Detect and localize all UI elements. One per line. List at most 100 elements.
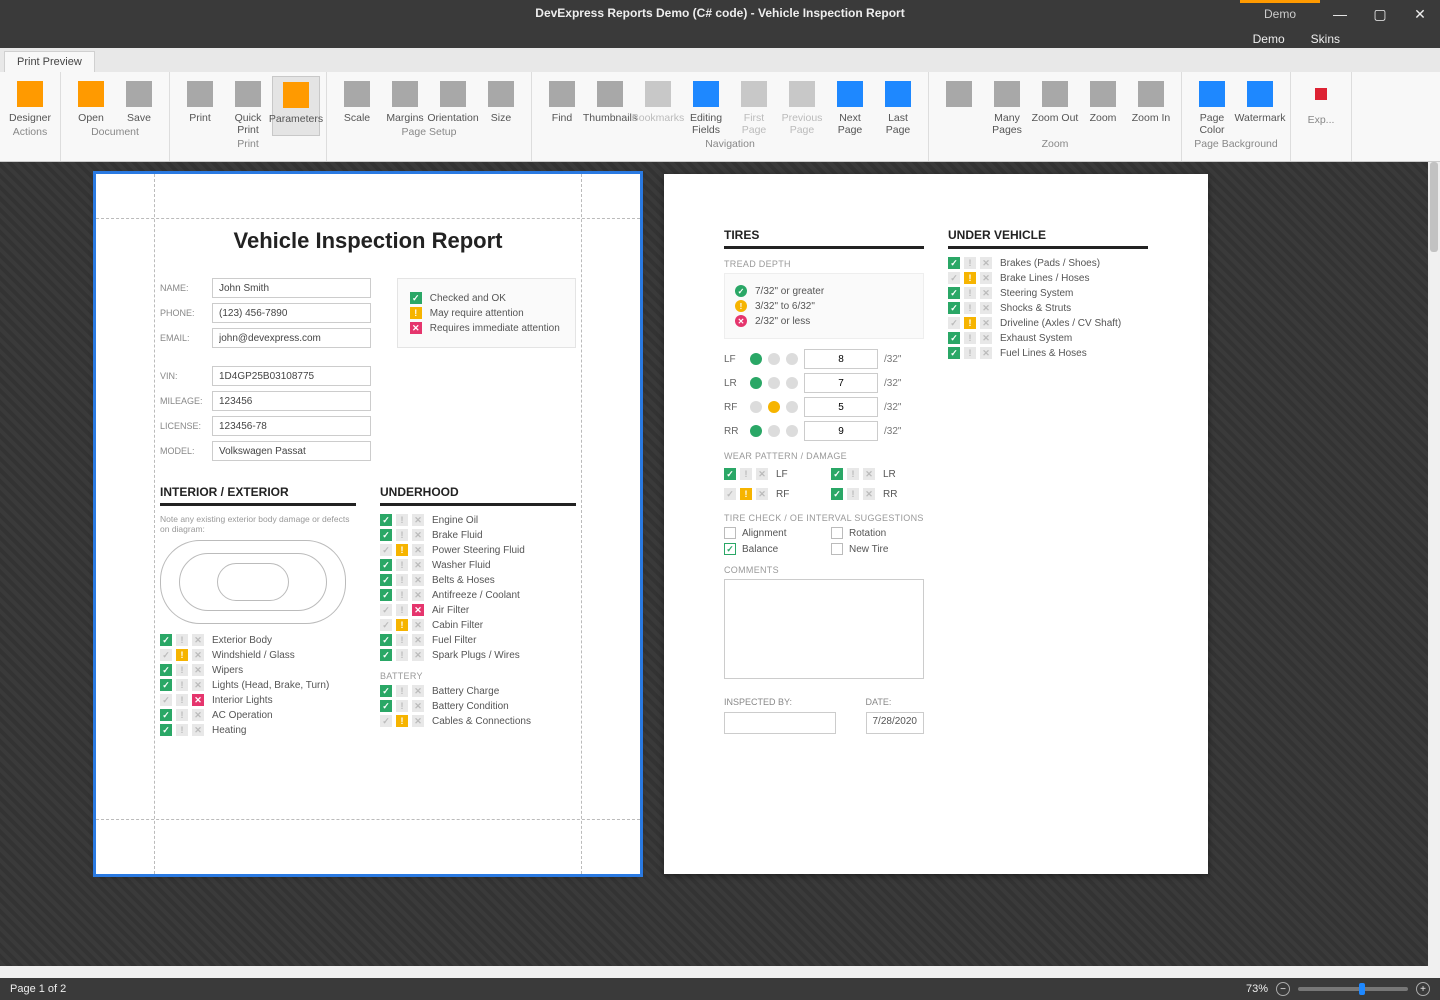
tire-LR-warn-icon[interactable] — [768, 377, 780, 389]
check-ok-icon[interactable]: ✓ — [380, 649, 392, 661]
check-warn-icon[interactable]: ! — [740, 468, 752, 480]
ribbon-save[interactable]: Save — [115, 76, 163, 124]
tire-LF-bad-icon[interactable] — [786, 353, 798, 365]
check-ok-icon[interactable]: ✓ — [948, 272, 960, 284]
ribbon-parameters[interactable]: Parameters — [272, 76, 320, 136]
check-bad-icon[interactable]: ✕ — [980, 272, 992, 284]
report-page-2[interactable]: TIRES TREAD DEPTH ✓7/32" or greater!3/32… — [664, 174, 1208, 874]
sugg-balance[interactable]: ✓ — [724, 543, 736, 555]
check-warn-icon[interactable]: ! — [396, 559, 408, 571]
check-warn-icon[interactable]: ! — [740, 488, 752, 500]
tire-LR-input[interactable] — [804, 373, 878, 393]
check-ok-icon[interactable]: ✓ — [948, 347, 960, 359]
tire-RR-input[interactable] — [804, 421, 878, 441]
check-ok-icon[interactable]: ✓ — [724, 488, 736, 500]
check-warn-icon[interactable]: ! — [396, 700, 408, 712]
check-bad-icon[interactable]: ✕ — [412, 715, 424, 727]
check-bad-icon[interactable]: ✕ — [412, 589, 424, 601]
close-button[interactable]: ✕ — [1400, 0, 1440, 28]
check-bad-icon[interactable]: ✕ — [412, 649, 424, 661]
check-warn-icon[interactable]: ! — [396, 529, 408, 541]
zoom-out-icon[interactable]: − — [1276, 982, 1290, 996]
check-ok-icon[interactable]: ✓ — [948, 302, 960, 314]
check-ok-icon[interactable]: ✓ — [948, 317, 960, 329]
field-mileage[interactable] — [212, 391, 371, 411]
check-warn-icon[interactable]: ! — [396, 649, 408, 661]
ribbon-watermark[interactable]: Watermark — [1236, 76, 1284, 136]
check-ok-icon[interactable]: ✓ — [380, 529, 392, 541]
check-ok-icon[interactable]: ✓ — [380, 715, 392, 727]
check-warn-icon[interactable]: ! — [396, 619, 408, 631]
check-warn-icon[interactable]: ! — [964, 302, 976, 314]
check-warn-icon[interactable]: ! — [964, 257, 976, 269]
check-bad-icon[interactable]: ✕ — [980, 257, 992, 269]
check-ok-icon[interactable]: ✓ — [160, 724, 172, 736]
field-vin[interactable] — [212, 366, 371, 386]
zoom-in-icon[interactable]: + — [1416, 982, 1430, 996]
ribbon-zoom-in[interactable]: Zoom In — [1127, 76, 1175, 136]
subtab-skins[interactable]: Skins — [1311, 32, 1340, 46]
check-bad-icon[interactable]: ✕ — [756, 488, 768, 500]
check-warn-icon[interactable]: ! — [396, 604, 408, 616]
check-bad-icon[interactable]: ✕ — [980, 302, 992, 314]
check-warn-icon[interactable]: ! — [964, 347, 976, 359]
ribbon-size[interactable]: Size — [477, 76, 525, 124]
ribbon-zoom[interactable]: Zoom — [1079, 76, 1127, 136]
check-warn-icon[interactable]: ! — [396, 544, 408, 556]
check-ok-icon[interactable]: ✓ — [380, 700, 392, 712]
check-warn-icon[interactable]: ! — [176, 649, 188, 661]
check-warn-icon[interactable]: ! — [396, 589, 408, 601]
tire-RR-bad-icon[interactable] — [786, 425, 798, 437]
ribbon-thumbnails[interactable]: Thumbnails — [586, 76, 634, 136]
check-ok-icon[interactable]: ✓ — [160, 709, 172, 721]
ribbon-zoom-out[interactable]: Zoom Out — [1031, 76, 1079, 136]
sugg-alignment[interactable] — [724, 527, 736, 539]
check-bad-icon[interactable]: ✕ — [412, 634, 424, 646]
tire-LF-input[interactable] — [804, 349, 878, 369]
check-warn-icon[interactable]: ! — [396, 514, 408, 526]
check-warn-icon[interactable]: ! — [396, 715, 408, 727]
check-bad-icon[interactable]: ✕ — [192, 694, 204, 706]
check-warn-icon[interactable]: ! — [176, 679, 188, 691]
check-warn-icon[interactable]: ! — [396, 685, 408, 697]
check-bad-icon[interactable]: ✕ — [192, 664, 204, 676]
tire-RF-warn-icon[interactable] — [768, 401, 780, 413]
check-ok-icon[interactable]: ✓ — [831, 488, 843, 500]
tire-LR-bad-icon[interactable] — [786, 377, 798, 389]
sugg-new-tire[interactable] — [831, 543, 843, 555]
check-bad-icon[interactable]: ✕ — [412, 559, 424, 571]
check-bad-icon[interactable]: ✕ — [863, 488, 875, 500]
tire-LF-ok-icon[interactable] — [750, 353, 762, 365]
demo-pill[interactable]: Demo — [1240, 0, 1320, 28]
check-warn-icon[interactable]: ! — [847, 488, 859, 500]
check-warn-icon[interactable]: ! — [176, 724, 188, 736]
check-warn-icon[interactable]: ! — [176, 664, 188, 676]
check-ok-icon[interactable]: ✓ — [380, 514, 392, 526]
tire-RR-warn-icon[interactable] — [768, 425, 780, 437]
ribbon-export[interactable] — [1297, 76, 1345, 112]
check-ok-icon[interactable]: ✓ — [380, 574, 392, 586]
maximize-button[interactable]: ▢ — [1360, 0, 1400, 28]
comments-box[interactable] — [724, 579, 924, 679]
ribbon-quick-print[interactable]: Quick Print — [224, 76, 272, 136]
check-ok-icon[interactable]: ✓ — [160, 664, 172, 676]
ribbon-editing-fields[interactable]: Editing Fields — [682, 76, 730, 136]
check-ok-icon[interactable]: ✓ — [724, 468, 736, 480]
check-ok-icon[interactable]: ✓ — [380, 589, 392, 601]
check-warn-icon[interactable]: ! — [964, 272, 976, 284]
sugg-rotation[interactable] — [831, 527, 843, 539]
ribbon-print[interactable]: Print — [176, 76, 224, 136]
horizontal-scrollbar[interactable] — [0, 966, 1440, 978]
check-bad-icon[interactable]: ✕ — [192, 709, 204, 721]
tire-RF-bad-icon[interactable] — [786, 401, 798, 413]
check-ok-icon[interactable]: ✓ — [380, 685, 392, 697]
report-page-1[interactable]: Vehicle Inspection Report NAME:PHONE:EMA… — [96, 174, 640, 874]
check-bad-icon[interactable]: ✕ — [980, 347, 992, 359]
zoom-slider[interactable] — [1298, 987, 1408, 991]
check-warn-icon[interactable]: ! — [964, 317, 976, 329]
check-bad-icon[interactable]: ✕ — [412, 604, 424, 616]
minimize-button[interactable]: — — [1320, 0, 1360, 28]
check-bad-icon[interactable]: ✕ — [192, 724, 204, 736]
ribbon-many-pages[interactable]: Many Pages — [983, 76, 1031, 136]
check-warn-icon[interactable]: ! — [847, 468, 859, 480]
